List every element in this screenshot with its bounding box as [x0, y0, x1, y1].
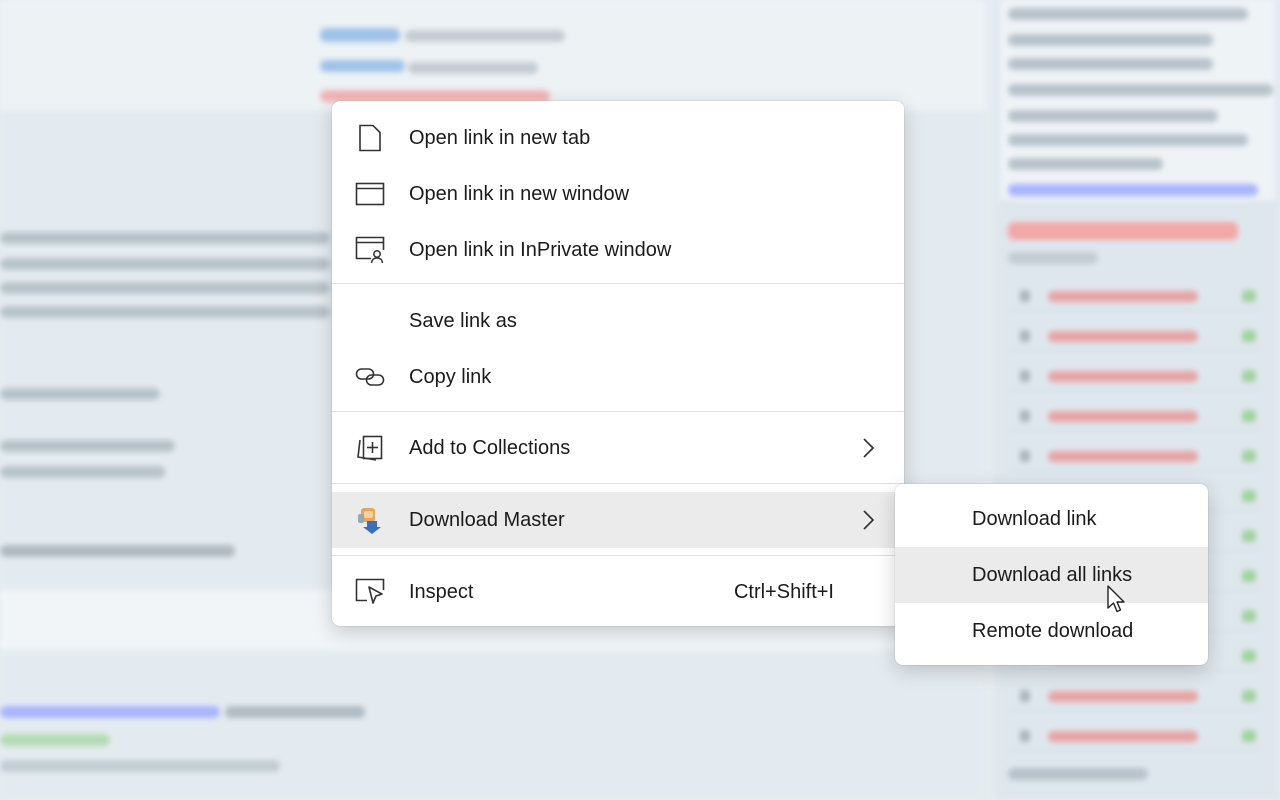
menu-item-open-new-window[interactable]: Open link in new window	[332, 166, 904, 222]
submenu-item-download-all-links[interactable]: Download all links	[895, 547, 1208, 603]
new-tab-icon	[354, 124, 386, 152]
menu-item-label: Open link in new window	[409, 182, 630, 205]
shortcut-label: Ctrl+Shift+I	[733, 580, 834, 603]
menu-item-open-inprivate[interactable]: Open link in InPrivate window	[332, 222, 904, 278]
menu-item-copy-link[interactable]: Copy link	[332, 349, 904, 405]
menu-item-label: Copy link	[409, 365, 492, 388]
menu-item-add-to-collections[interactable]: Add to Collections	[332, 420, 904, 476]
submenu-item-remote-download[interactable]: Remote download	[895, 603, 1208, 659]
menu-item-label: Open link in new tab	[409, 126, 591, 149]
menu-separator	[332, 483, 904, 484]
submenu-item-label: Download link	[972, 508, 1097, 530]
menu-item-open-new-tab[interactable]: Open link in new tab	[332, 110, 904, 166]
menu-separator	[332, 411, 904, 412]
inspect-icon	[354, 578, 386, 606]
mouse-cursor-icon	[1106, 584, 1128, 616]
context-menu: Open link in new tab Open link in new wi…	[332, 101, 904, 626]
menu-item-label: Save link as	[409, 309, 517, 332]
menu-item-label: Open link in InPrivate window	[409, 238, 672, 261]
submenu-item-label: Remote download	[972, 620, 1134, 642]
collections-icon	[354, 434, 386, 462]
new-window-icon	[354, 180, 386, 208]
chevron-right-icon	[858, 436, 878, 460]
chevron-right-icon	[858, 508, 878, 532]
menu-item-save-link-as[interactable]: Save link as	[332, 293, 904, 349]
menu-item-label: Download Master	[409, 508, 565, 531]
submenu-item-download-link[interactable]: Download link	[895, 491, 1208, 547]
download-master-icon	[354, 506, 386, 534]
menu-item-download-master[interactable]: Download Master	[332, 492, 904, 548]
menu-item-label: Add to Collections	[409, 436, 571, 459]
menu-item-inspect[interactable]: Inspect Ctrl+Shift+I	[332, 564, 904, 620]
menu-item-label: Inspect	[409, 580, 474, 603]
link-icon	[354, 363, 386, 391]
download-master-submenu: Download link Download all links Remote …	[895, 484, 1208, 665]
menu-separator	[332, 555, 904, 556]
menu-separator	[332, 283, 904, 284]
inprivate-window-icon	[354, 236, 386, 264]
